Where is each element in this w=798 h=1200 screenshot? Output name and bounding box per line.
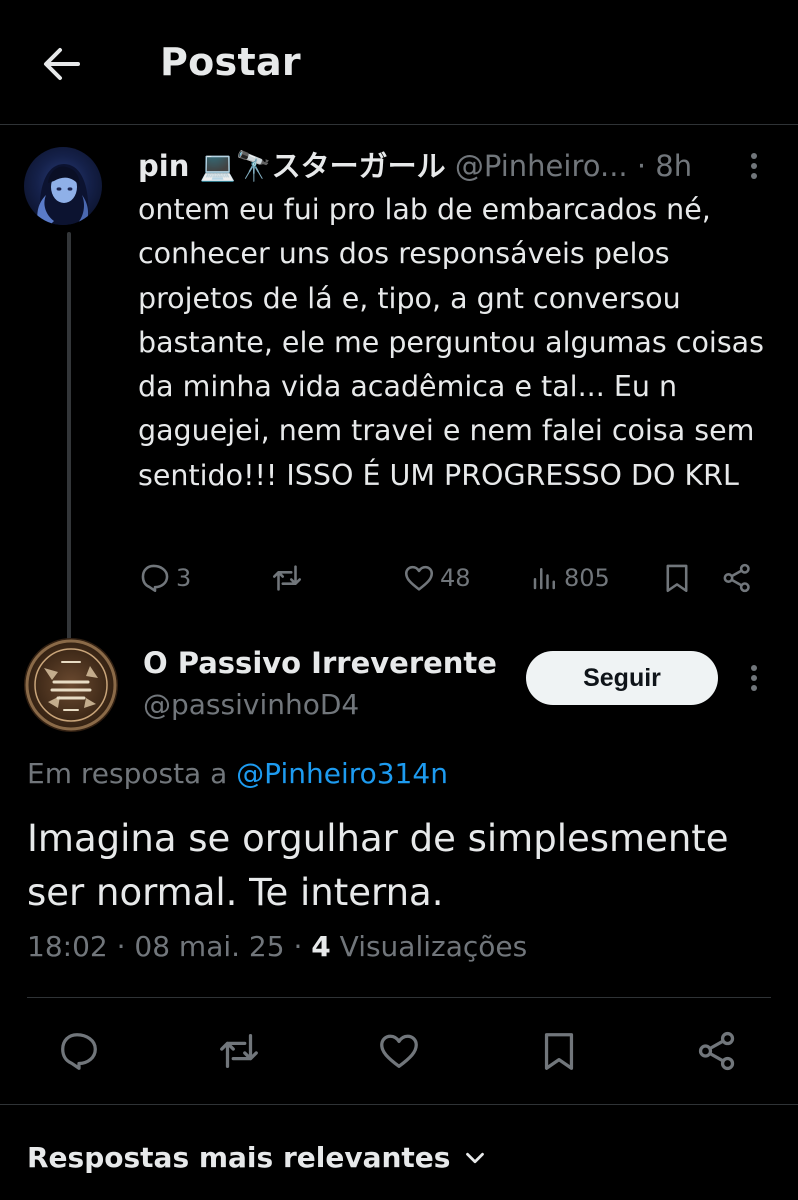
avatar-image xyxy=(37,164,89,225)
sort-label: Respostas mais relevantes xyxy=(27,1141,451,1174)
reply-views-label: Visualizações xyxy=(330,930,528,963)
views-icon xyxy=(533,568,555,590)
parent-reply-count: 3 xyxy=(176,564,192,592)
avatar-image xyxy=(25,639,117,731)
reply-author-name[interactable]: O Passivo Irreverente xyxy=(143,646,497,680)
sort-replies-dropdown[interactable]: Respostas mais relevantes xyxy=(27,1141,490,1174)
reply-icon xyxy=(61,1033,97,1070)
parent-author-row: pin 💻🔭スターガール @Pinheiro... · 8h xyxy=(138,143,692,185)
parent-views-button[interactable]: 805 xyxy=(530,556,610,600)
reply-share-button[interactable] xyxy=(694,1028,740,1074)
parent-repost-button[interactable] xyxy=(270,556,304,600)
bookmark-icon xyxy=(666,564,688,593)
repost-icon xyxy=(220,1034,258,1068)
parent-author-name[interactable]: pin 💻🔭スターガール xyxy=(138,149,446,183)
actions-divider xyxy=(0,1104,798,1105)
reply-more-button[interactable] xyxy=(742,662,766,694)
share-icon xyxy=(698,1031,735,1071)
parent-time: 8h xyxy=(655,149,693,183)
reply-context: Em resposta a @Pinheiro314n xyxy=(27,757,448,790)
parent-avatar[interactable] xyxy=(24,147,102,225)
thread-line xyxy=(67,232,71,644)
reply-context-label: Em resposta a xyxy=(27,757,237,790)
parent-bookmark-button[interactable] xyxy=(660,556,694,600)
heart-icon xyxy=(380,1034,418,1068)
reply-reply-button[interactable] xyxy=(56,1028,102,1074)
parent-action-bar: 3 48 805 xyxy=(138,556,762,600)
meta-divider xyxy=(27,997,771,998)
arrow-left-icon xyxy=(44,48,80,80)
header-divider xyxy=(0,124,798,125)
share-icon xyxy=(723,563,750,593)
reply-mention-link[interactable]: @Pinheiro314n xyxy=(236,757,448,790)
reply-author-handle[interactable]: @passivinhoD4 xyxy=(143,688,359,721)
more-vertical-icon xyxy=(751,153,757,179)
chevron-down-icon xyxy=(466,1152,485,1163)
reply-like-button[interactable] xyxy=(376,1028,422,1074)
reply-meta: 18:02 · 08 mai. 25 · 4 Visualizações xyxy=(27,930,527,963)
repost-icon xyxy=(272,565,302,591)
parent-like-count: 48 xyxy=(440,564,471,592)
reply-avatar[interactable] xyxy=(24,638,118,732)
follow-button[interactable]: Seguir xyxy=(526,651,718,705)
parent-reply-button[interactable]: 3 xyxy=(138,556,191,600)
heart-icon xyxy=(404,565,434,591)
reply-views-count: 4 xyxy=(311,930,331,963)
separator-dot: · xyxy=(627,149,656,183)
parent-tweet-text: ontem eu fui pro lab de embarcados né, c… xyxy=(138,193,764,492)
parent-views-count: 805 xyxy=(564,564,610,592)
reply-tweet-text: Imagina se orgulhar de simplesmente ser … xyxy=(27,817,729,914)
page-title: Postar xyxy=(160,40,301,84)
parent-share-button[interactable] xyxy=(720,556,754,600)
parent-more-button[interactable] xyxy=(742,150,766,182)
reply-bookmark-button[interactable] xyxy=(536,1028,582,1074)
parent-like-button[interactable]: 48 xyxy=(402,556,471,600)
reply-timestamp[interactable]: 18:02 · 08 mai. 25 · xyxy=(27,930,311,963)
bookmark-icon xyxy=(544,1033,574,1070)
parent-author-handle[interactable]: @Pinheiro... xyxy=(455,149,628,183)
more-vertical-icon xyxy=(751,665,757,691)
back-button[interactable] xyxy=(40,42,84,86)
reply-repost-button[interactable] xyxy=(216,1028,262,1074)
reply-icon xyxy=(141,564,169,593)
